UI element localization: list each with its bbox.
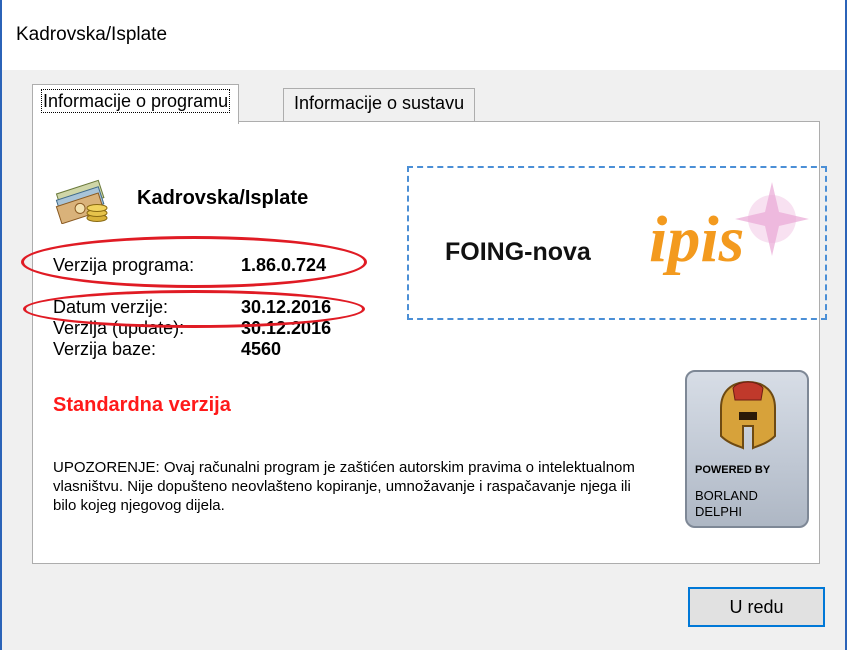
tab-program-info[interactable]: Informacije o programu: [32, 84, 240, 124]
tab-system-info-label: Informacije o sustavu: [294, 93, 465, 113]
money-stack-icon: [55, 179, 108, 224]
logo-brand-text: ipis: [649, 203, 745, 276]
db-version-value: 4560: [241, 339, 282, 359]
tab-program-info-label: Informacije o programu: [40, 89, 231, 113]
badge-borland: BORLAND: [695, 488, 758, 503]
company-logo: FOING-nova ipis: [407, 166, 827, 320]
dialog-window: Kadrovska/Isplate Informacije o programu…: [0, 0, 847, 650]
borland-delphi-badge: POWERED BY BORLAND DELPHI: [685, 370, 809, 528]
logo-company-text: FOING-nova: [445, 238, 591, 266]
spartan-helmet-icon: [720, 380, 776, 450]
program-name: Kadrovska/Isplate: [137, 187, 309, 209]
edition-label: Standardna verzija: [53, 394, 231, 416]
badge-delphi: DELPHI: [695, 504, 742, 519]
ok-button[interactable]: U redu: [688, 587, 825, 627]
window-title: Kadrovska/Isplate: [16, 24, 168, 45]
date-highlight-ellipse: [23, 290, 365, 328]
version-highlight-ellipse: [21, 236, 367, 288]
tab-system-info[interactable]: Informacije o sustavu: [283, 88, 476, 122]
copyright-warning: UPOZORENJE: Ovaj računalni program je za…: [53, 459, 635, 514]
db-version-label: Verzija baze:: [53, 339, 157, 359]
badge-powered-by: POWERED BY: [695, 464, 771, 476]
title-bar[interactable]: Kadrovska/Isplate: [2, 0, 845, 70]
tab-panel: Kadrovska/Isplate Verzija programa: 1.86…: [21, 121, 827, 564]
